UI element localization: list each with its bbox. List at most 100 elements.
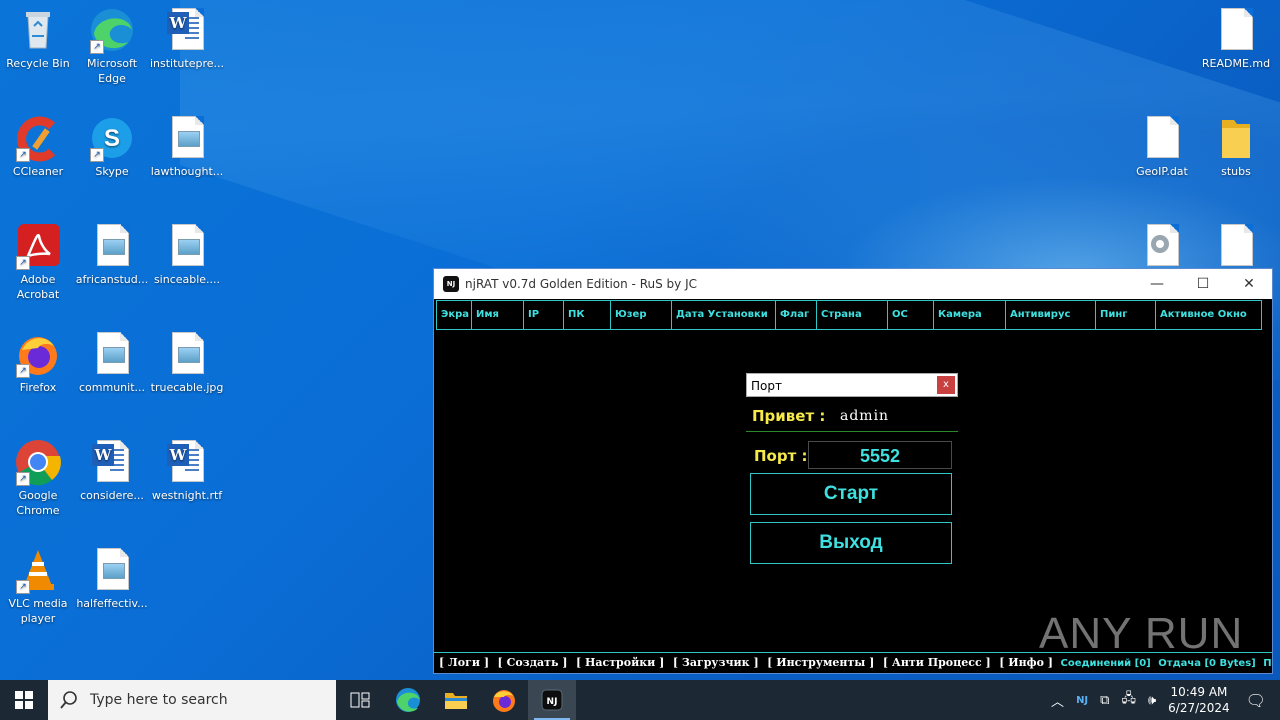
settings-link[interactable]: [ Настройки ]: [576, 656, 664, 669]
taskbar-njrat[interactable]: NJ: [528, 680, 576, 720]
column-header[interactable]: Антивирус: [1006, 300, 1096, 330]
image-file-icon: [163, 114, 211, 162]
notifications-icon[interactable]: 🗨: [1246, 691, 1266, 710]
ccleaner-icon: ↗: [14, 114, 62, 162]
desktop-icon-file[interactable]: [1198, 218, 1274, 272]
logs-link[interactable]: [ Логи ]: [439, 656, 489, 669]
start-button[interactable]: Старт: [750, 473, 952, 515]
column-header[interactable]: Камера: [934, 300, 1006, 330]
column-header[interactable]: Юзер: [611, 300, 672, 330]
word-doc-icon: W: [88, 438, 136, 486]
njrat-window: NJ njRAT v0.7d Golden Edition - RuS by J…: [433, 268, 1273, 674]
desktop-icon-communit[interactable]: communit...: [74, 326, 150, 395]
desktop-icon-readme[interactable]: README.md: [1198, 2, 1274, 71]
acrobat-icon: ↗: [14, 222, 62, 270]
port-dialog: Порт x Привет : admin Порт : 5552 Старт …: [746, 373, 958, 568]
column-header[interactable]: Страна: [817, 300, 888, 330]
loader-link[interactable]: [ Загрузчик ]: [673, 656, 759, 669]
volume-icon[interactable]: 🕪: [1148, 693, 1156, 708]
port-input[interactable]: 5552: [808, 441, 952, 469]
desktop-icon-truecable[interactable]: truecable.jpg: [149, 326, 225, 395]
search-icon: [60, 691, 77, 709]
desktop-icon-settings-file[interactable]: [1124, 218, 1200, 272]
njrat-tray-icon[interactable]: NJ: [1076, 695, 1088, 706]
desktop-icon-africanstud[interactable]: africanstud...: [74, 218, 150, 287]
column-header[interactable]: Пинг: [1096, 300, 1156, 330]
text-file-icon: [1138, 114, 1186, 162]
connections-count: Соединений [0]: [1060, 658, 1151, 669]
exit-button[interactable]: Выход: [750, 522, 952, 564]
task-view-button[interactable]: [336, 680, 384, 720]
anti-process-link[interactable]: [ Анти Процесс ]: [883, 656, 991, 669]
status-bar: [ Логи ] [ Создать ] [ Настройки ] [ Заг…: [434, 652, 1272, 673]
desktop-icon-microsoft-edge[interactable]: ↗ Microsoft Edge: [74, 2, 150, 86]
network-icon[interactable]: 🖧: [1121, 689, 1136, 711]
column-header[interactable]: Имя: [472, 300, 524, 330]
desktop-icon-lawthought[interactable]: lawthought...: [149, 110, 225, 179]
column-header[interactable]: Экра: [436, 300, 472, 330]
image-file-icon: [88, 330, 136, 378]
svg-text:NJ: NJ: [547, 697, 558, 707]
text-file-icon: [1212, 6, 1260, 54]
njrat-app-icon: NJ: [443, 276, 459, 292]
gear-file-icon: [1138, 222, 1186, 270]
taskbar-firefox[interactable]: [480, 680, 528, 720]
dialog-close-button[interactable]: x: [937, 376, 955, 394]
port-label: Порт :: [754, 447, 808, 465]
desktop-icon-considere[interactable]: W considere...: [74, 434, 150, 503]
desktop-icon-stubs[interactable]: stubs: [1198, 110, 1274, 179]
desktop-icon-firefox[interactable]: ↗ Firefox: [0, 326, 76, 395]
folder-icon: [445, 693, 467, 709]
desktop-icon-ccleaner[interactable]: ↗ CCleaner: [0, 110, 76, 179]
taskbar-file-explorer[interactable]: [432, 680, 480, 720]
column-header[interactable]: IP: [524, 300, 564, 330]
clock-date: 6/27/2024: [1168, 701, 1230, 715]
search-placeholder: Type here to search: [90, 692, 228, 708]
dialog-divider: [746, 431, 958, 432]
download-bytes: Приём [0 Bytes]: [1263, 658, 1272, 669]
device-icon[interactable]: ⧉: [1100, 693, 1109, 708]
create-link[interactable]: [ Создать ]: [498, 656, 568, 669]
chevron-up-icon[interactable]: ︿: [1051, 691, 1064, 710]
desktop-icon-recycle-bin[interactable]: Recycle Bin: [0, 2, 76, 71]
text-file-icon: [1212, 222, 1260, 270]
tools-link[interactable]: [ Инструменты ]: [767, 656, 874, 669]
clock-time: 10:49 AM: [1170, 685, 1228, 699]
desktop-icon-vlc[interactable]: ↗ VLC media player: [0, 542, 76, 626]
column-header[interactable]: Активное Окно: [1156, 300, 1262, 330]
desktop-icon-westnight[interactable]: W westnight.rtf: [149, 434, 225, 503]
desktop-icon-halfeffectiv[interactable]: halfeffectiv...: [74, 542, 150, 611]
image-file-icon: [88, 222, 136, 270]
firefox-icon: ↗: [14, 330, 62, 378]
column-header[interactable]: ОС: [888, 300, 934, 330]
desktop-icon-institutepre[interactable]: W institutepre...: [149, 2, 225, 71]
column-header[interactable]: Флаг: [776, 300, 817, 330]
desktop-icon-geoip[interactable]: GeoIP.dat: [1124, 110, 1200, 179]
info-link[interactable]: [ Инфо ]: [999, 656, 1053, 669]
desktop-icon-skype[interactable]: S ↗ Skype: [74, 110, 150, 179]
system-tray: ︿ NJ ⧉ 🖧 🕪 10:49 AM 6/27/2024 🗨: [1045, 680, 1280, 720]
folder-icon: [1212, 114, 1260, 162]
column-header[interactable]: Дата Установки: [672, 300, 776, 330]
window-titlebar[interactable]: NJ njRAT v0.7d Golden Edition - RuS by J…: [434, 269, 1272, 299]
edge-icon: [396, 688, 420, 712]
start-button[interactable]: [0, 680, 48, 720]
image-file-icon: [163, 222, 211, 270]
maximize-button[interactable]: ☐: [1180, 269, 1226, 299]
upload-bytes: Отдача [0 Bytes]: [1158, 658, 1256, 669]
desktop-icon-adobe-acrobat[interactable]: ↗ Adobe Acrobat: [0, 218, 76, 302]
port-dialog-titlebar[interactable]: Порт x: [746, 373, 958, 397]
taskbar-search[interactable]: Type here to search: [48, 680, 336, 720]
close-button[interactable]: ✕: [1226, 269, 1272, 299]
minimize-button[interactable]: —: [1134, 269, 1180, 299]
desktop-icon-sinceable[interactable]: sinceable....: [149, 218, 225, 287]
clock[interactable]: 10:49 AM 6/27/2024: [1168, 684, 1230, 716]
desktop-icon-google-chrome[interactable]: ↗ Google Chrome: [0, 434, 76, 518]
taskbar-edge[interactable]: [384, 680, 432, 720]
column-header[interactable]: ПК: [564, 300, 611, 330]
edge-icon: ↗: [88, 6, 136, 54]
image-file-icon: [88, 546, 136, 594]
svg-text:S: S: [104, 125, 120, 152]
port-dialog-title: Порт: [751, 379, 782, 393]
hello-username: admin: [840, 408, 890, 424]
